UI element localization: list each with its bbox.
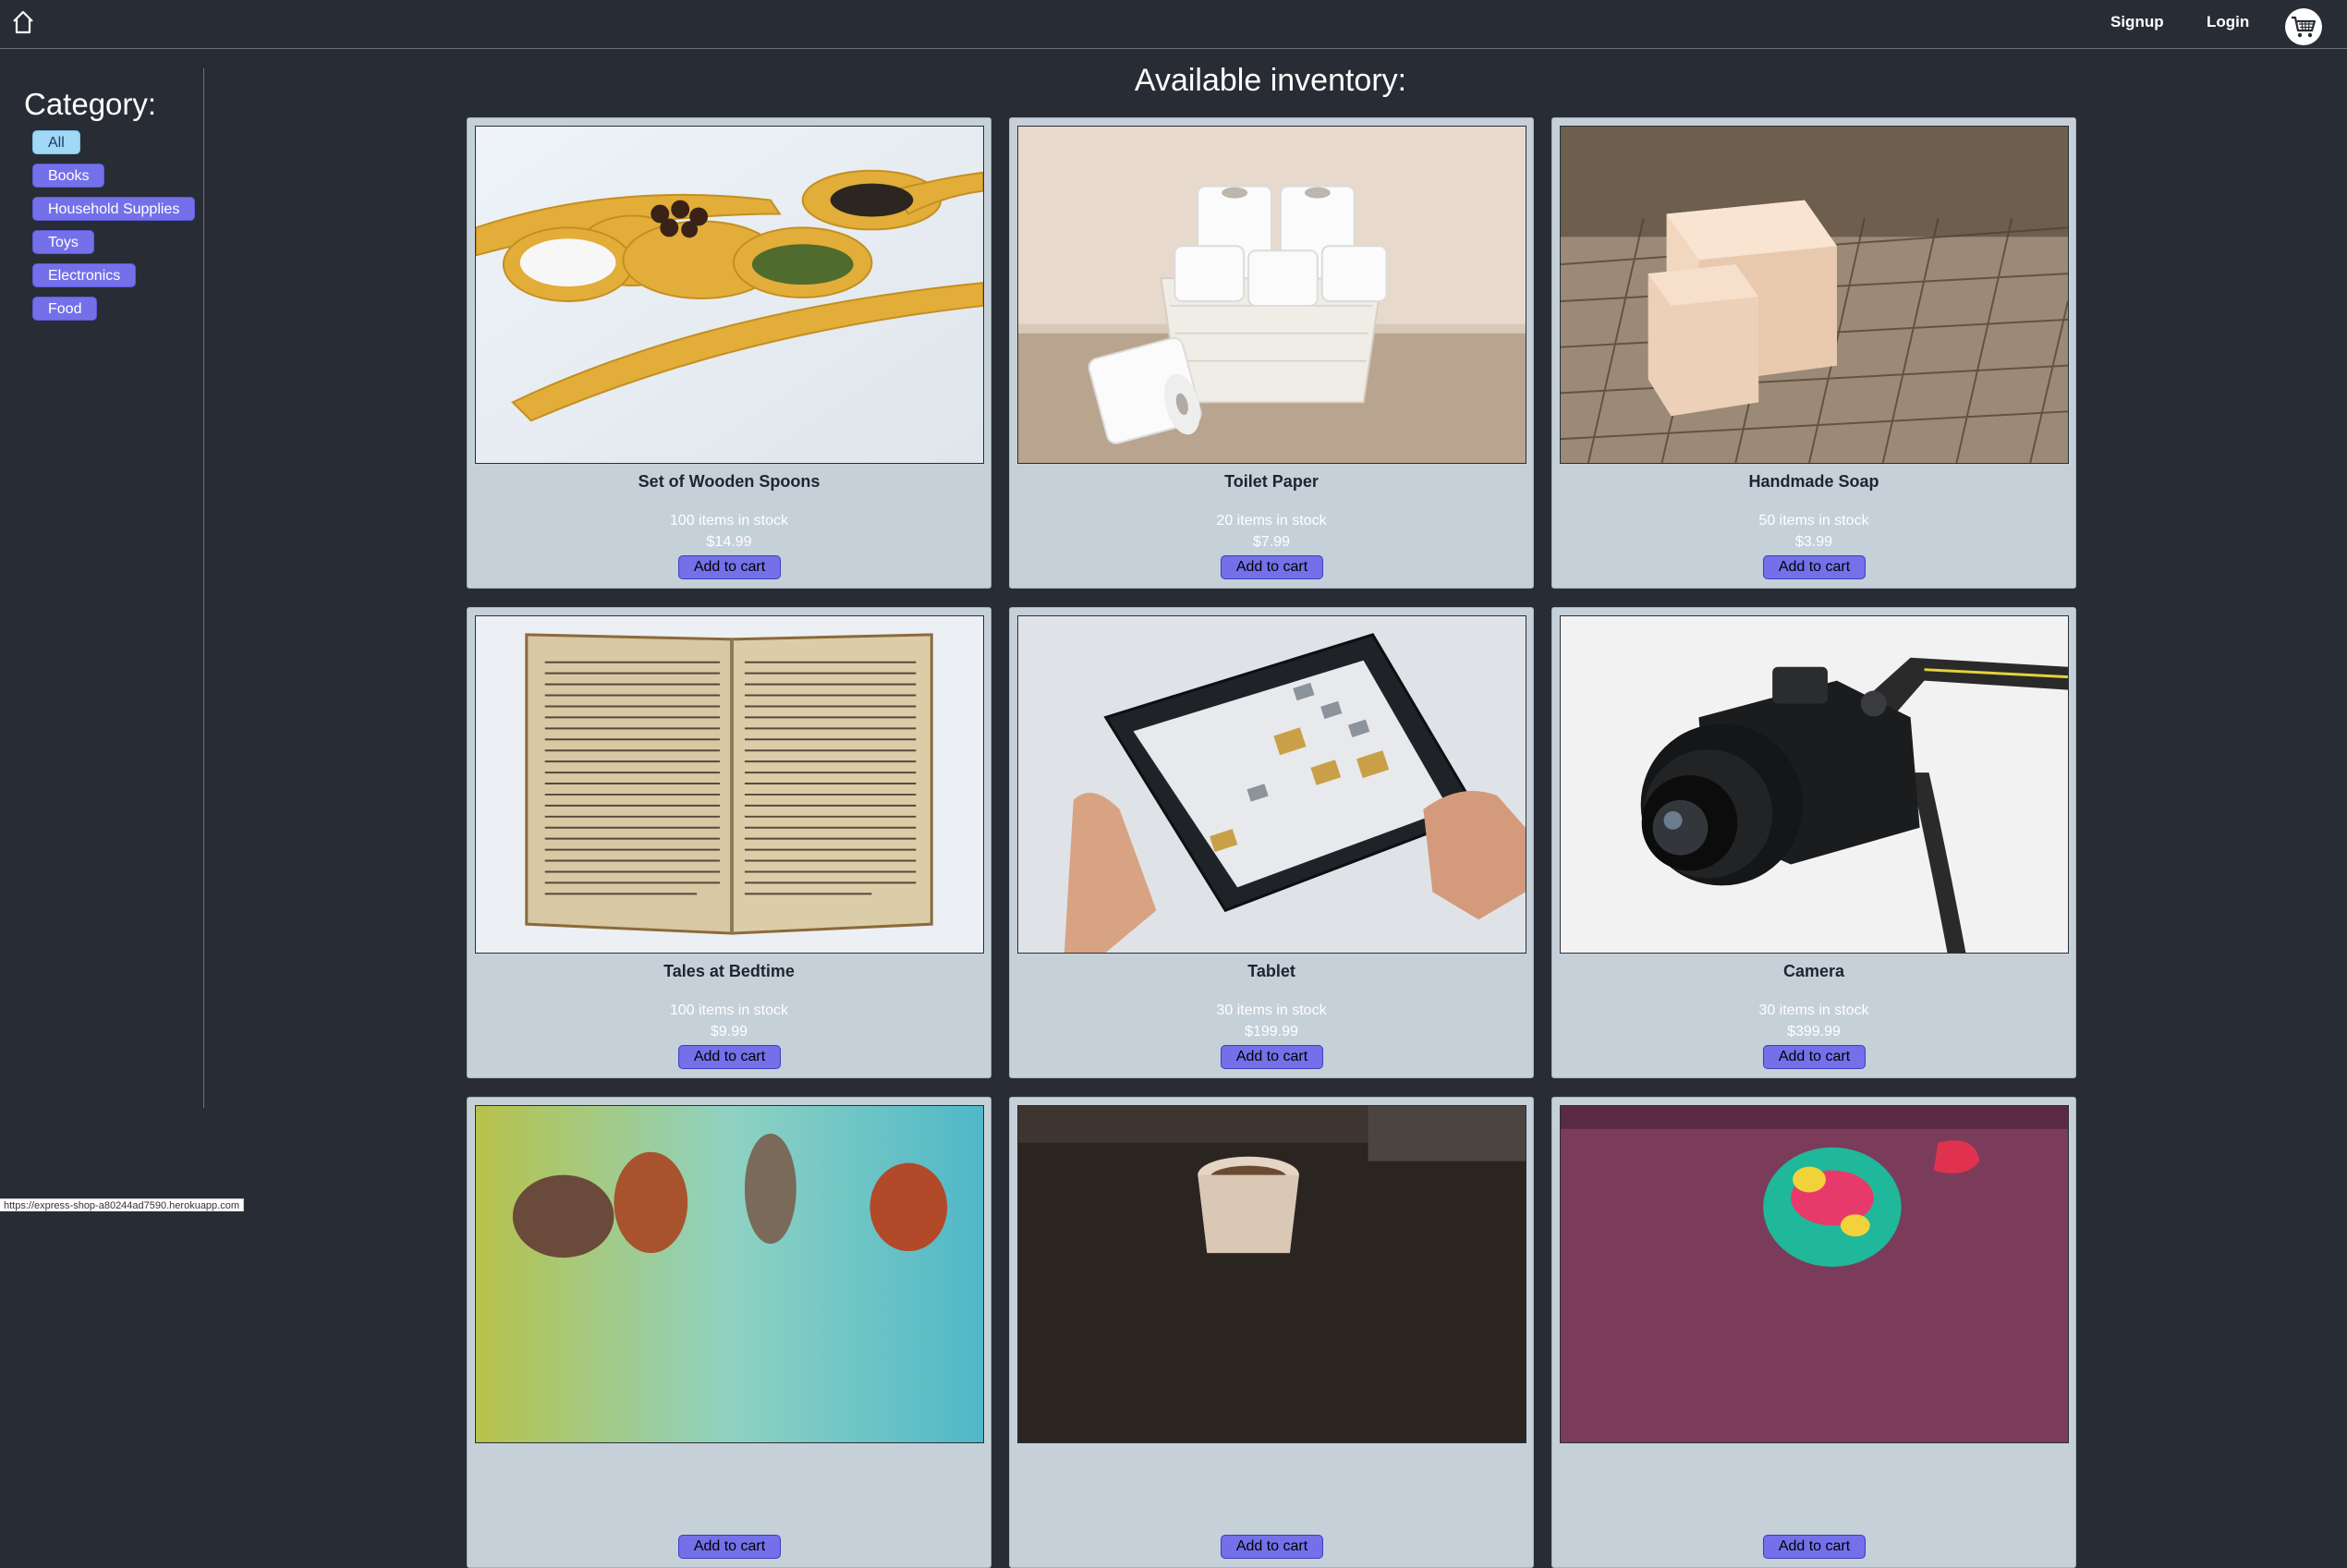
add-to-cart-button[interactable]: Add to cart xyxy=(678,1045,781,1069)
home-icon[interactable] xyxy=(11,9,35,35)
product-card: Handmade Soap 50 items in stock $3.99 Ad… xyxy=(1551,117,2076,589)
product-price: $399.99 xyxy=(1787,1024,1841,1039)
product-name: Set of Wooden Spoons xyxy=(638,472,821,491)
login-link[interactable]: Login xyxy=(2207,13,2249,31)
product-price: $14.99 xyxy=(706,534,752,550)
shopping-cart-icon xyxy=(2292,16,2317,38)
product-stock: 30 items in stock xyxy=(1758,1003,1869,1018)
product-card: Tablet 30 items in stock $199.99 Add to … xyxy=(1009,607,1534,1078)
add-to-cart-button[interactable]: Add to cart xyxy=(1763,1045,1866,1069)
product-name: Tales at Bedtime xyxy=(663,962,795,980)
product-card: Camera 30 items in stock $399.99 Add to … xyxy=(1551,607,2076,1078)
add-to-cart-button[interactable]: Add to cart xyxy=(1221,1045,1323,1069)
product-name: Toilet Paper xyxy=(1224,472,1319,491)
product-price: $3.99 xyxy=(1794,534,1833,550)
product-card: Add to cart xyxy=(1009,1097,1534,1568)
product-card: Toilet Paper 20 items in stock $7.99 Add… xyxy=(1009,117,1534,589)
category-food-button[interactable]: Food xyxy=(32,297,98,321)
product-name: Tablet xyxy=(1247,962,1295,980)
category-list: All Books Household Supplies Toys Electr… xyxy=(32,130,196,330)
category-heading: Category: xyxy=(24,87,157,121)
category-household-supplies-button[interactable]: Household Supplies xyxy=(32,197,196,221)
product-stock: 30 items in stock xyxy=(1216,1003,1327,1018)
category-books-button[interactable]: Books xyxy=(32,164,105,188)
add-to-cart-button[interactable]: Add to cart xyxy=(1763,1535,1866,1559)
product-image-toy-figures[interactable] xyxy=(475,1105,984,1443)
category-sidebar: Category: All Books Household Supplies T… xyxy=(0,68,204,1108)
signup-link[interactable]: Signup xyxy=(2110,13,2164,31)
link-status-bar: https://express-shop-a80244ad7590.heroku… xyxy=(0,1198,245,1211)
product-grid: Set of Wooden Spoons 100 items in stock … xyxy=(467,117,2076,1568)
product-image-tablet[interactable] xyxy=(1017,615,1526,954)
product-card: Tales at Bedtime 100 items in stock $9.9… xyxy=(467,607,991,1078)
product-stock: 50 items in stock xyxy=(1758,513,1869,529)
add-to-cart-button[interactable]: Add to cart xyxy=(678,1535,781,1559)
product-price: $9.99 xyxy=(710,1024,748,1039)
product-card: Set of Wooden Spoons 100 items in stock … xyxy=(467,117,991,589)
product-image-coffee[interactable] xyxy=(1017,1105,1526,1443)
product-stock: 100 items in stock xyxy=(669,1003,789,1018)
product-card: Add to cart xyxy=(1551,1097,2076,1568)
navbar: Signup Login xyxy=(0,0,2347,49)
page-title: Available inventory: xyxy=(1134,63,1407,98)
product-image-toilet-paper[interactable] xyxy=(1017,126,1526,464)
product-price: $199.99 xyxy=(1245,1024,1298,1039)
product-name: Handmade Soap xyxy=(1748,472,1879,491)
product-image-wooden-spoons[interactable] xyxy=(475,126,984,464)
add-to-cart-button[interactable]: Add to cart xyxy=(1763,555,1866,579)
product-price: $7.99 xyxy=(1252,534,1291,550)
add-to-cart-button[interactable]: Add to cart xyxy=(678,555,781,579)
add-to-cart-button[interactable]: Add to cart xyxy=(1221,1535,1323,1559)
product-image-painted-toy[interactable] xyxy=(1560,1105,2069,1443)
product-image-camera[interactable] xyxy=(1560,615,2069,954)
product-name: Camera xyxy=(1782,962,1845,980)
add-to-cart-button[interactable]: Add to cart xyxy=(1221,555,1323,579)
category-all-button[interactable]: All xyxy=(32,130,80,154)
product-image-book[interactable] xyxy=(475,615,984,954)
product-card: Add to cart xyxy=(467,1097,991,1568)
product-image-soap[interactable] xyxy=(1560,126,2069,464)
product-stock: 100 items in stock xyxy=(669,513,789,529)
category-electronics-button[interactable]: Electronics xyxy=(32,263,137,287)
cart-button[interactable] xyxy=(2285,8,2322,45)
category-toys-button[interactable]: Toys xyxy=(32,230,94,254)
product-stock: 20 items in stock xyxy=(1216,513,1327,529)
